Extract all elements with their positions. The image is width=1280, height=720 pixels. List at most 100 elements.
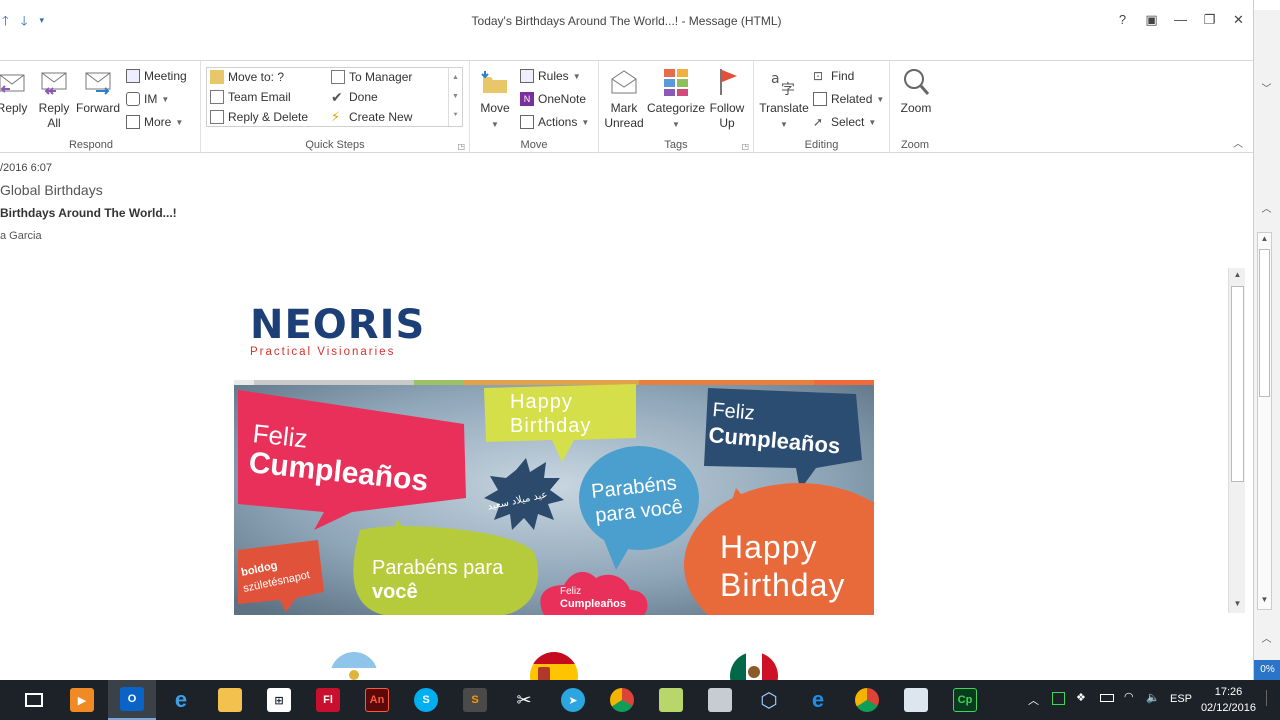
select-button[interactable]: ➚ Select ▼ xyxy=(813,115,876,129)
forward-button[interactable]: Forward xyxy=(76,67,120,116)
scroll-up-icon[interactable]: ▲ xyxy=(1258,234,1271,248)
wifi-icon[interactable]: ◠ xyxy=(1124,690,1134,703)
svg-text:a: a xyxy=(771,71,780,87)
input-language[interactable]: ESP xyxy=(1170,693,1192,705)
scroll-down-icon[interactable]: ▼ xyxy=(1258,595,1271,609)
message-scrollbar[interactable]: ▲ ▼ xyxy=(1228,268,1245,613)
task-view-button[interactable] xyxy=(10,680,58,720)
volume-icon[interactable]: 🔈 xyxy=(1146,691,1160,704)
onenote-button[interactable]: N OneNote xyxy=(520,92,586,106)
find-button[interactable]: ⊡ Find xyxy=(813,69,854,83)
actions-button[interactable]: Actions ▼ xyxy=(520,115,589,129)
calendar-icon xyxy=(126,69,140,83)
taskbar-app-sublime[interactable]: S xyxy=(451,680,499,720)
meeting-button[interactable]: Meeting xyxy=(126,69,187,83)
actions-icon xyxy=(520,115,534,129)
cube-icon: ⬡ xyxy=(760,689,778,712)
animate-icon: An xyxy=(365,688,389,712)
background-scrollbar[interactable]: ▲ ▼ xyxy=(1257,232,1272,610)
taskbar-app-edge-legacy[interactable]: e xyxy=(157,680,205,720)
reply-all-button[interactable]: Reply All xyxy=(36,67,72,131)
title-bar: 🡑 🡓 ▾ Today's Birthdays Around The World… xyxy=(0,0,1253,44)
sender-name[interactable]: Global Birthdays xyxy=(0,182,103,198)
flag-icon xyxy=(720,69,737,95)
recipient[interactable]: a Garcia xyxy=(0,230,42,242)
taskbar-app-telegram[interactable]: ➤ xyxy=(549,680,597,720)
taskbar-app-3d[interactable]: ⬡ xyxy=(745,680,793,720)
battery-icon[interactable] xyxy=(1100,694,1114,702)
chevron-down-icon: ▼ xyxy=(868,117,877,127)
taskbar-app-tool[interactable] xyxy=(696,680,744,720)
quick-steps-gallery: Move to: ? To Manager Team Email ✔ Done … xyxy=(206,67,463,127)
quick-step-create-new[interactable]: ⚡ Create New xyxy=(331,110,412,125)
taskbar-app-edge[interactable]: e xyxy=(794,680,842,720)
chrome-icon xyxy=(610,688,634,712)
gallery-scroll[interactable]: ▲ ▼ ⯆ xyxy=(448,68,462,126)
zoom-button[interactable]: Zoom xyxy=(896,67,936,116)
dialog-launcher-icon[interactable]: ◳ xyxy=(457,142,465,151)
ribbon-display-icon[interactable]: ▣ xyxy=(1137,12,1166,28)
outlook-icon: O xyxy=(120,687,144,711)
quick-step-to-manager[interactable]: To Manager xyxy=(331,70,412,84)
scrollbar-thumb[interactable] xyxy=(1231,286,1244,482)
im-button[interactable]: IM ▼ xyxy=(126,92,169,106)
chevron-down-icon[interactable]: ﹀ xyxy=(1258,80,1275,95)
scroll-up-icon[interactable]: ▲ xyxy=(1229,270,1246,284)
taskbar-app-chrome[interactable] xyxy=(598,680,646,720)
categorize-button[interactable]: Categorize ▼ xyxy=(647,67,705,132)
notifications-icon[interactable] xyxy=(1266,690,1276,706)
file-explorer-icon xyxy=(218,688,242,712)
move-button[interactable]: Move ▼ xyxy=(476,67,514,132)
close-icon[interactable]: ✕ xyxy=(1224,12,1253,28)
internet-explorer-icon: e xyxy=(174,687,188,712)
related-icon xyxy=(813,92,827,106)
bubble3-line1: Feliz xyxy=(712,399,756,425)
translate-button[interactable]: a字 Translate ▼ xyxy=(758,67,810,132)
taskbar-app-snipping[interactable]: ✂ xyxy=(500,680,548,720)
mark-unread-button[interactable]: Mark Unread xyxy=(603,67,645,131)
captivate-tray-icon[interactable] xyxy=(1052,692,1065,705)
sent-timestamp: /2016 6:07 xyxy=(0,162,52,174)
chevron-up-icon[interactable]: ︿ xyxy=(1258,630,1275,645)
reply-button[interactable]: Reply xyxy=(0,67,30,116)
dropbox-icon[interactable]: ❖ xyxy=(1076,691,1086,704)
forward-icon xyxy=(85,72,111,95)
telegram-icon: ➤ xyxy=(561,688,585,712)
taskbar-app-window[interactable] xyxy=(892,680,940,720)
checkmark-icon: ✔ xyxy=(331,89,343,105)
collapse-ribbon-icon[interactable]: ︿ xyxy=(1233,135,1243,150)
quick-step-reply-delete[interactable]: Reply & Delete xyxy=(210,110,308,124)
svg-text:字: 字 xyxy=(781,82,795,97)
maximize-icon[interactable]: ❐ xyxy=(1195,12,1224,28)
quick-step-done[interactable]: ✔ Done xyxy=(331,90,378,104)
scrollbar-thumb[interactable] xyxy=(1259,249,1270,397)
rules-button[interactable]: Rules ▼ xyxy=(520,69,581,83)
taskbar-app-animate[interactable]: An xyxy=(353,680,401,720)
taskbar-app-store[interactable]: ⊞ xyxy=(255,680,303,720)
chevron-down-icon: ▼ xyxy=(581,117,590,127)
taskbar-app-chrome-2[interactable] xyxy=(843,680,891,720)
taskbar: ▶ O e ⊞ Fl An S S ✂ ➤ ⬡ e Cp ︿ ❖ ◠ 🔈 ESP… xyxy=(0,680,1280,720)
more-button[interactable]: More ▼ xyxy=(126,115,183,129)
related-button[interactable]: Related ▼ xyxy=(813,92,884,106)
help-icon[interactable]: ? xyxy=(1108,12,1137,28)
clock[interactable]: 17:26 02/12/2016 xyxy=(1201,684,1256,716)
chevron-down-icon: ▼ xyxy=(672,120,680,129)
show-hidden-icons-icon[interactable]: ︿ xyxy=(1028,692,1039,708)
quick-step-team-email[interactable]: Team Email xyxy=(210,90,291,104)
taskbar-app-outlook[interactable]: O xyxy=(108,680,156,720)
taskbar-app-skype[interactable]: S xyxy=(402,680,450,720)
taskbar-app-explorer[interactable] xyxy=(206,680,254,720)
quick-step-move-to[interactable]: Move to: ? xyxy=(210,70,284,84)
zoom-group: Zoom Zoom xyxy=(890,61,940,153)
follow-up-button[interactable]: Follow Up xyxy=(707,67,747,131)
minimize-icon[interactable]: — xyxy=(1166,12,1195,28)
bubble6-line2: você xyxy=(372,581,418,603)
taskbar-app-flash[interactable]: Fl xyxy=(304,680,352,720)
taskbar-app-files[interactable] xyxy=(647,680,695,720)
taskbar-app-media[interactable]: ▶ xyxy=(58,680,106,720)
dialog-launcher-icon[interactable]: ◳ xyxy=(741,142,749,151)
scroll-down-icon[interactable]: ▼ xyxy=(1229,599,1246,613)
taskbar-app-captivate[interactable]: Cp xyxy=(941,680,989,720)
chevron-up-icon[interactable]: ︿ xyxy=(1258,200,1275,215)
